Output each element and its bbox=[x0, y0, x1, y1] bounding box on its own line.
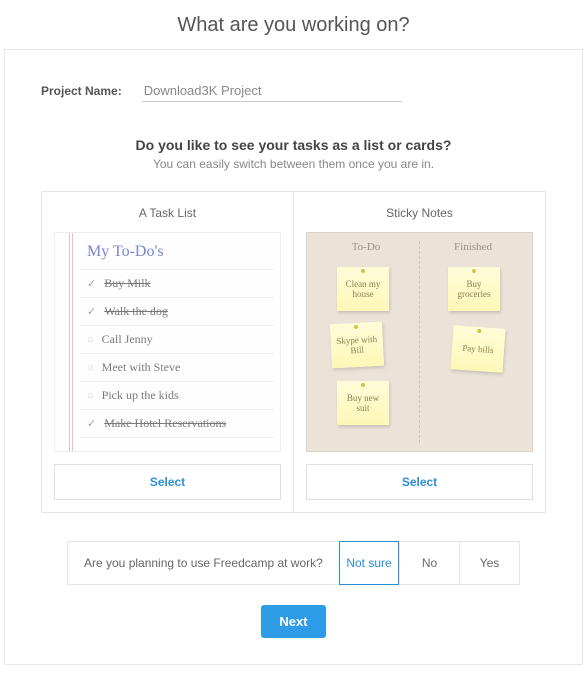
work-answer-no[interactable]: No bbox=[399, 542, 459, 584]
view-question-subtitle: You can easily switch between them once … bbox=[41, 157, 546, 171]
list-item: ○Meet with Steve bbox=[79, 354, 274, 382]
list-item: ✓Buy Milk bbox=[79, 270, 274, 298]
task-list-preview: My To-Do's ✓Buy Milk ✓Walk the dog ○Call… bbox=[54, 232, 281, 452]
sticky-col-done-title: Finished bbox=[420, 241, 526, 253]
list-item: ○Pick up the kids bbox=[79, 382, 274, 410]
work-question-row: Are you planning to use Freedcamp at wor… bbox=[67, 541, 520, 585]
sticky-note: Skype with Bill bbox=[330, 322, 384, 369]
view-options: A Task List My To-Do's ✓Buy Milk ✓Walk t… bbox=[41, 191, 546, 513]
work-question-buttons: Not sure No Yes bbox=[339, 542, 519, 584]
project-name-label: Project Name: bbox=[41, 84, 122, 98]
sticky-note: Buy new suit bbox=[337, 381, 389, 425]
circle-icon: ○ bbox=[87, 334, 94, 346]
list-item: ○Call Jenny bbox=[79, 326, 274, 354]
view-question-title: Do you like to see your tasks as a list … bbox=[41, 137, 546, 153]
sticky-notes-preview: To-Do Clean my house Skype with Bill Buy… bbox=[306, 232, 533, 452]
list-item: ✓Walk the dog bbox=[79, 298, 274, 326]
sticky-note: Buy groceries bbox=[448, 267, 500, 311]
sticky-note: Clean my house bbox=[337, 267, 389, 311]
work-answer-not-sure[interactable]: Not sure bbox=[339, 541, 399, 585]
select-task-list-button[interactable]: Select bbox=[54, 464, 281, 500]
work-question-text: Are you planning to use Freedcamp at wor… bbox=[68, 542, 339, 584]
page-title: What are you working on? bbox=[0, 0, 587, 49]
check-icon: ✓ bbox=[87, 305, 96, 318]
sticky-col-todo-title: To-Do bbox=[313, 241, 419, 253]
next-button[interactable]: Next bbox=[261, 605, 325, 638]
select-sticky-notes-button[interactable]: Select bbox=[306, 464, 533, 500]
circle-icon: ○ bbox=[87, 390, 94, 402]
circle-icon: ○ bbox=[87, 362, 94, 374]
project-name-input[interactable] bbox=[142, 80, 402, 102]
option-task-list-title: A Task List bbox=[139, 206, 196, 220]
sticky-note: Pay bills bbox=[451, 325, 506, 373]
option-sticky-title: Sticky Notes bbox=[386, 206, 453, 220]
sticky-col-todo: To-Do Clean my house Skype with Bill Buy… bbox=[313, 241, 420, 443]
main-panel: Project Name: Do you like to see your ta… bbox=[4, 49, 583, 665]
view-question: Do you like to see your tasks as a list … bbox=[41, 137, 546, 171]
sticky-col-done: Finished Buy groceries Pay bills bbox=[420, 241, 526, 443]
task-list-preview-title: My To-Do's bbox=[79, 239, 274, 270]
next-row: Next bbox=[41, 605, 546, 644]
check-icon: ✓ bbox=[87, 277, 96, 290]
project-name-row: Project Name: bbox=[41, 80, 546, 102]
list-item: ✓Make Hotel Reservations bbox=[79, 410, 274, 438]
work-answer-yes[interactable]: Yes bbox=[459, 542, 519, 584]
check-icon: ✓ bbox=[87, 417, 96, 430]
option-sticky-notes[interactable]: Sticky Notes To-Do Clean my house Skype … bbox=[293, 191, 546, 513]
option-task-list[interactable]: A Task List My To-Do's ✓Buy Milk ✓Walk t… bbox=[41, 191, 293, 513]
